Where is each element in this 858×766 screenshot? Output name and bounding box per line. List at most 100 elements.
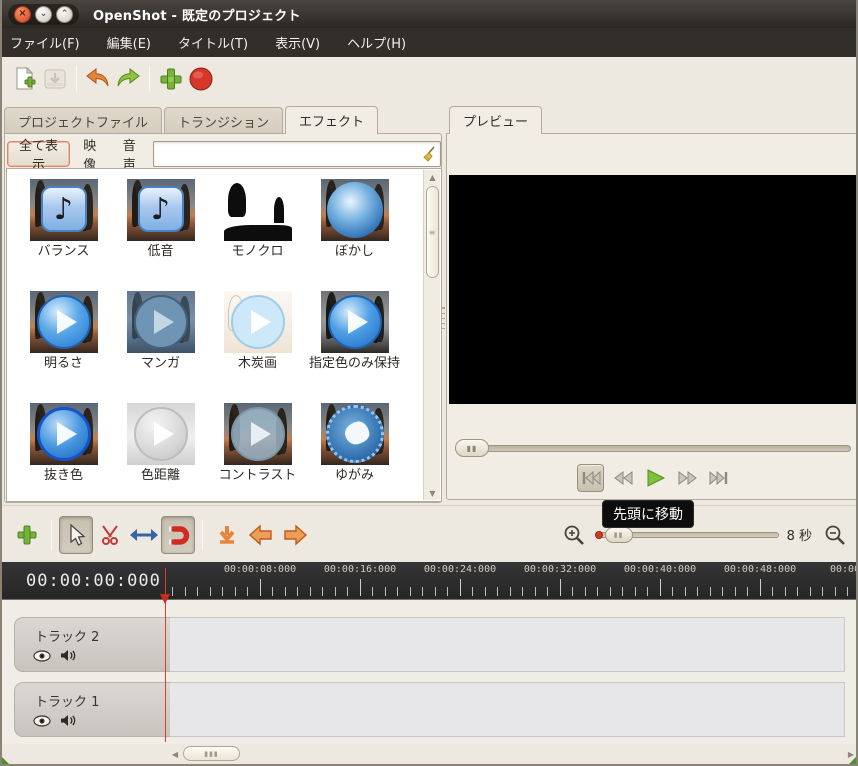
preview-tabs: プレビュー [449,106,544,134]
skip-to-end-icon[interactable] [705,464,732,492]
seek-slider[interactable]: ▮▮ [455,439,851,457]
track-row: トラック 1 [14,682,845,737]
zoom-out-icon[interactable] [818,516,852,554]
add-track-icon[interactable] [10,516,44,554]
fast-forward-icon[interactable] [673,464,700,492]
ruler-label: 00:00:24:000 [424,564,496,575]
play-icon[interactable] [641,464,668,492]
minimize-icon[interactable]: ⌄ [35,6,52,23]
track-header[interactable]: トラック 1 [14,682,170,737]
left-tabs: プロジェクトファイル トランジション エフェクト [4,106,380,134]
effect-item[interactable]: 明るさ [15,283,112,395]
razor-tool-icon[interactable] [93,516,127,554]
filter-video-button[interactable]: 映像 [70,141,110,167]
effect-item[interactable]: 指定色のみ保持 [306,283,403,395]
resize-tool-icon[interactable] [127,516,161,554]
add-marker-icon[interactable] [210,516,244,554]
effects-list: ♪ バランス ♪ 低音 モノクロ ぼかし [6,168,442,502]
seek-track[interactable] [455,445,851,452]
video-preview [449,175,857,404]
tab-project-files[interactable]: プロジェクトファイル [4,107,162,134]
main-toolbar [2,57,858,100]
timeline-ruler[interactable]: 00:00:00:000 00:00:08:000 00:00:16:000 0… [2,562,858,600]
select-tool-icon[interactable] [59,516,93,554]
menu-edit[interactable]: 編集(E) [107,33,151,52]
track-content[interactable] [170,617,845,672]
filter-show-all-button[interactable]: 全て表示 [7,141,70,167]
menu-help[interactable]: ヘルプ(H) [347,33,406,52]
zoom-handle[interactable]: ▮▮ [605,527,633,543]
menu-file[interactable]: ファイル(F) [10,33,80,52]
snap-magnet-icon[interactable] [161,516,195,554]
effect-bass-icon: ♪ [127,179,195,241]
effect-brightness-icon [30,291,98,353]
record-icon[interactable] [186,64,216,94]
seek-handle[interactable]: ▮▮ [455,439,489,457]
zoom-min-dot [595,531,603,539]
current-timecode: 00:00:00:000 [26,571,161,591]
track-audio-icon[interactable] [60,712,76,731]
toolbar-separator [149,66,150,92]
menu-bar: ファイル(F) 編集(E) タイトル(T) 表示(V) ヘルプ(H) [0,28,858,57]
timeline-toolbar: ▮▮ 8 秒 [2,505,858,562]
tab-effects[interactable]: エフェクト [285,106,378,134]
add-files-icon[interactable] [156,64,186,94]
playhead-marker[interactable] [160,594,170,604]
effect-item[interactable]: モノクロ [209,171,306,283]
broom-clear-icon[interactable] [421,146,437,166]
zoom-slider[interactable]: ▮▮ [597,527,779,543]
close-icon[interactable]: × [14,6,31,23]
scroll-up-icon[interactable]: ▲ [424,170,441,184]
timeline-hscrollbar[interactable]: ◀ ▮▮▮ ▶ [2,744,858,764]
track-content[interactable] [170,682,845,737]
scroll-down-icon[interactable]: ▼ [424,486,441,500]
resize-grip-icon[interactable] [849,757,856,764]
save-project-icon[interactable] [40,64,70,94]
rewind-icon[interactable] [609,464,636,492]
effect-balance-icon: ♪ [30,179,98,241]
effect-item[interactable]: ♪ バランス [15,171,112,283]
timeline-tracks: トラック 2 [2,600,858,744]
new-project-icon[interactable] [10,64,40,94]
effect-blur-icon [321,179,389,241]
track-row: トラック 2 [14,617,845,672]
track-header[interactable]: トラック 2 [14,617,170,672]
effect-item[interactable]: 抜き色 [15,395,112,502]
effect-distortion-icon [321,403,389,465]
window-controls: × ⌄ ⌃ [8,4,79,25]
zoom-in-icon[interactable] [557,516,591,554]
filter-audio-button[interactable]: 音声 [110,141,150,167]
next-marker-icon[interactable] [278,516,312,554]
menu-view[interactable]: 表示(V) [275,33,320,52]
window-title: OpenShot - 既定のプロジェクト [93,5,301,24]
toolbar-separator [202,520,203,550]
ruler-label: 00:00:16:000 [324,564,396,575]
effect-item[interactable]: 色距離 [112,395,209,502]
tab-transitions[interactable]: トランジション [164,107,283,134]
effect-item[interactable]: 木炭画 [209,283,306,395]
effect-item[interactable]: ゆがみ [306,395,403,502]
track-audio-icon[interactable] [60,647,76,666]
maximize-icon[interactable]: ⌃ [56,6,73,23]
effect-item[interactable]: ぼかし [306,171,403,283]
toolbar-separator [51,520,52,550]
effects-scrollbar[interactable]: ▲ ≡ ▼ [423,170,440,500]
scrollbar-thumb[interactable]: ≡ [426,186,439,278]
undo-icon[interactable] [83,64,113,94]
effect-item[interactable]: ♪ 低音 [112,171,209,283]
track-visible-icon[interactable] [33,712,51,731]
zoom-seconds-label: 8 秒 [787,525,812,544]
menu-title[interactable]: タイトル(T) [178,33,248,52]
effects-panel: 全て表示 映像 音声 ♪ [4,133,442,503]
effect-item[interactable]: コントラスト [209,395,306,502]
effect-item[interactable]: マンガ [112,283,209,395]
previous-marker-icon[interactable] [244,516,278,554]
tab-preview[interactable]: プレビュー [449,106,542,134]
resize-grip-icon[interactable] [2,757,9,764]
redo-icon[interactable] [113,64,143,94]
track-visible-icon[interactable] [33,647,51,666]
scroll-left-icon[interactable]: ◀ [169,747,181,761]
scrollbar-thumb[interactable]: ▮▮▮ [183,746,240,761]
skip-to-start-icon[interactable] [577,464,604,492]
effects-search-input[interactable] [153,141,441,167]
